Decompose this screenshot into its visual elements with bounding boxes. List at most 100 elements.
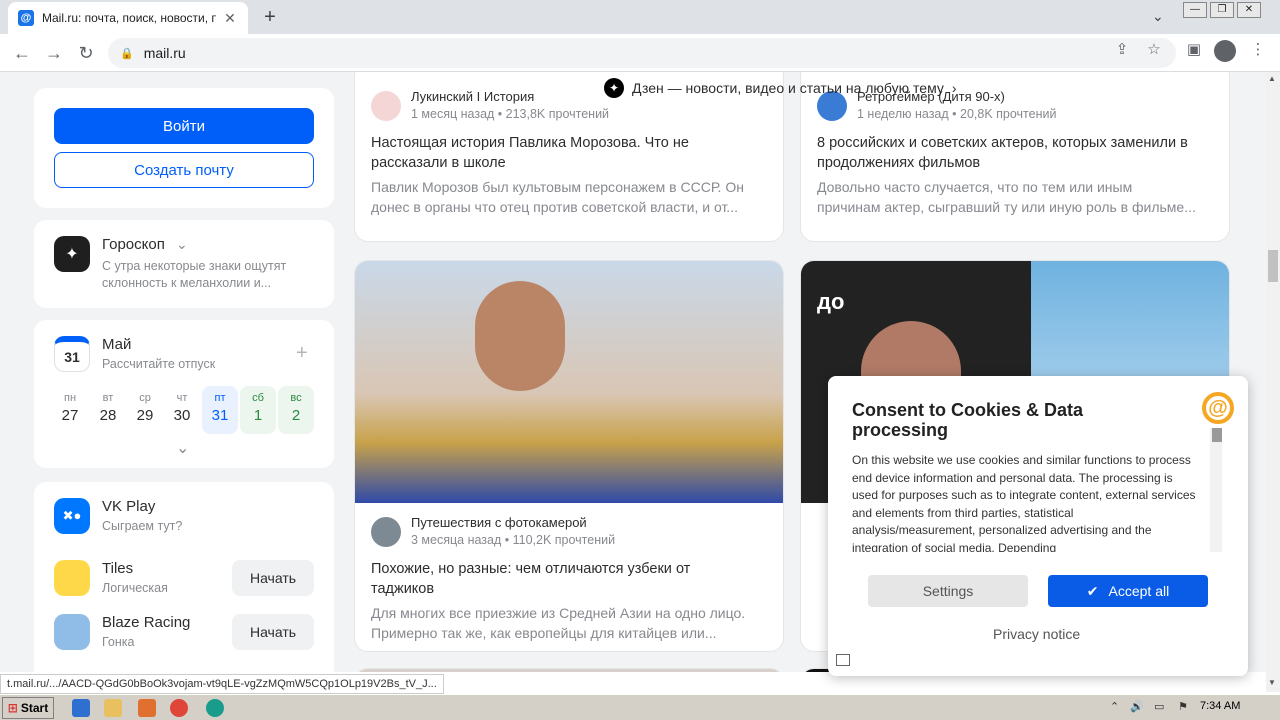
minimize-icon[interactable]: — <box>1183 2 1207 18</box>
qr-code-icon[interactable] <box>836 654 850 666</box>
new-tab-button[interactable]: + <box>258 6 282 30</box>
day-number: 31 <box>211 407 229 424</box>
start-game-button[interactable]: Начать <box>232 614 314 650</box>
horoscope-card[interactable]: ✦ Гороскоп ⌄ С утра некоторые знаки ощут… <box>34 220 334 308</box>
source-name[interactable]: Лукинский I История <box>411 89 534 104</box>
chrome-icon[interactable] <box>170 699 188 717</box>
photo-face-shape <box>475 281 565 391</box>
browser-tab[interactable]: @ Mail.ru: почта, поиск, новости, пр ✕ <box>8 2 248 34</box>
calendar-day-today[interactable]: пт 31 <box>202 386 238 434</box>
vkplay-card: ✖● VK Play Сыграем тут? Tiles Логическая… <box>34 482 334 672</box>
consent-settings-button[interactable]: Settings <box>868 575 1028 607</box>
day-number: 28 <box>99 407 117 424</box>
consent-title: Consent to Cookies & Data processing <box>852 400 1084 440</box>
accept-all-button[interactable]: ✔ Accept all <box>1048 575 1208 607</box>
dzen-banner-text: Дзен — новости, видео и статьи на любую … <box>632 80 944 96</box>
article-title-line2[interactable]: рассказали в школе <box>371 153 506 173</box>
tiles-game-icon <box>54 560 90 596</box>
consent-scrollbar-thumb[interactable] <box>1212 428 1222 442</box>
source-name[interactable]: Путешествия с фотокамерой <box>411 515 587 530</box>
scrollbar-thumb[interactable] <box>1268 250 1278 282</box>
calendar-day-weekend[interactable]: сб 1 <box>240 386 276 434</box>
window-controls: — ❐ ✕ <box>1180 0 1261 20</box>
day-name: ср <box>139 392 151 404</box>
reload-icon[interactable]: ↻ <box>74 41 98 65</box>
ie-icon[interactable] <box>72 699 90 717</box>
article-image[interactable] <box>355 261 783 503</box>
tab-close-icon[interactable]: ✕ <box>222 10 238 27</box>
article-desc-line2: донес в органы что отец против советской… <box>371 199 738 215</box>
day-name: пт <box>214 392 226 404</box>
calendar-icon: 31 <box>54 336 90 372</box>
clock: 7:34 AM <box>1200 700 1241 712</box>
login-button[interactable]: Войти <box>54 108 314 144</box>
calendar-day[interactable]: ср 29 <box>127 386 163 434</box>
article-title-line1[interactable]: Настоящая история Павлика Морозова. Что … <box>371 133 689 153</box>
profile-avatar-icon[interactable] <box>1214 40 1236 62</box>
page-scrollbar[interactable]: ▲ ▼ <box>1266 72 1280 692</box>
day-number: 30 <box>173 407 191 424</box>
horoscope-text-line2: склонность к меланхолии и... <box>102 276 272 290</box>
horoscope-sparkle-icon: ✦ <box>54 236 90 272</box>
share-icon[interactable]: ⇪ <box>1110 38 1134 62</box>
calendar-day[interactable]: пн 27 <box>52 386 88 434</box>
start-game-button[interactable]: Начать <box>232 560 314 596</box>
dzen-banner[interactable]: ✦ Дзен — новости, видео и статьи на любу… <box>604 78 957 98</box>
source-avatar <box>371 91 401 121</box>
expand-chevron-down-icon[interactable]: ⌄ <box>176 440 189 457</box>
source-meta: 3 месяца назад • 110,2K прочтений <box>411 533 616 547</box>
network-icon[interactable]: ▭ <box>1154 700 1164 713</box>
chevron-down-icon[interactable]: ⌄ <box>176 236 188 253</box>
tab-search-icon[interactable]: ⌄ <box>1152 8 1164 25</box>
back-icon[interactable]: ← <box>10 41 34 65</box>
article-title-line1[interactable]: Похожие, но разные: чем отличаются узбек… <box>371 559 690 579</box>
windows-logo-icon: ⊞ <box>7 701 18 715</box>
calendar-day-weekend[interactable]: вс 2 <box>278 386 314 434</box>
privacy-notice-link[interactable]: Privacy notice <box>993 626 1080 642</box>
edge-icon[interactable] <box>206 699 224 717</box>
browser-tabbar: @ Mail.ru: почта, поиск, новости, пр ✕ +… <box>0 0 1280 34</box>
start-label: Start <box>20 701 49 715</box>
calendar-day[interactable]: чт 30 <box>164 386 200 434</box>
scroll-up-icon[interactable]: ▲ <box>1268 74 1276 83</box>
day-name: вт <box>102 392 114 404</box>
article-title-line2[interactable]: продолжениях фильмов <box>817 153 980 173</box>
article-title-line1[interactable]: 8 российских и советских актеров, которы… <box>817 133 1188 153</box>
menu-kebab-icon[interactable]: ⋮ <box>1246 38 1270 62</box>
feed-card[interactable]: Путешествия с фотокамерой 3 месяца назад… <box>354 260 784 652</box>
article-title-line2[interactable]: таджиков <box>371 579 434 599</box>
day-number: 1 <box>253 407 263 424</box>
calendar-day[interactable]: вт 28 <box>90 386 126 434</box>
game-name: Tiles <box>102 560 134 577</box>
blaze-racing-game-icon <box>54 614 90 650</box>
calendar-subtitle[interactable]: Рассчитайте отпуск <box>102 356 215 373</box>
article-desc-line1: Для многих все приезжие из Средней Азии … <box>371 605 746 621</box>
day-number: 29 <box>136 407 154 424</box>
close-window-icon[interactable]: ✕ <box>1237 2 1261 18</box>
forward-icon[interactable]: → <box>42 41 66 65</box>
media-player-icon[interactable] <box>138 699 156 717</box>
auth-card: Войти Создать почту <box>34 88 334 208</box>
folder-icon[interactable] <box>104 699 122 717</box>
lock-icon: 🔒 <box>120 47 134 60</box>
volume-icon[interactable]: 🔊 <box>1130 700 1144 713</box>
tray-chevron-icon[interactable]: ⌃ <box>1110 700 1119 713</box>
start-button[interactable]: ⊞ Start <box>2 697 54 719</box>
os-taskbar: ⊞ Start ⌃ 🔊 ▭ ⚑ 7:34 AM <box>0 694 1280 720</box>
address-bar[interactable]: 🔒 mail.ru <box>108 38 1176 68</box>
bookmark-star-icon[interactable]: ☆ <box>1142 38 1166 62</box>
accept-all-label: Accept all <box>1108 583 1170 599</box>
consent-scrollbar[interactable] <box>1210 428 1222 552</box>
restore-icon[interactable]: ❐ <box>1210 2 1234 18</box>
create-mail-button[interactable]: Создать почту <box>54 152 314 188</box>
scroll-down-icon[interactable]: ▼ <box>1268 678 1276 687</box>
add-event-plus-icon[interactable]: + <box>296 342 308 365</box>
browser-toolbar: ← → ↻ 🔒 mail.ru ⇪ ☆ ▣ ⋮ <box>0 34 1280 72</box>
mailru-favicon-icon: @ <box>18 10 34 26</box>
chevron-right-icon: › <box>951 80 957 96</box>
feed-card-partial[interactable] <box>354 668 784 672</box>
flag-icon[interactable]: ⚑ <box>1178 700 1188 713</box>
game-genre: Гонка <box>102 635 135 649</box>
side-panel-icon[interactable]: ▣ <box>1182 38 1206 62</box>
article-desc-line1: Довольно часто случается, что по тем или… <box>817 179 1133 195</box>
